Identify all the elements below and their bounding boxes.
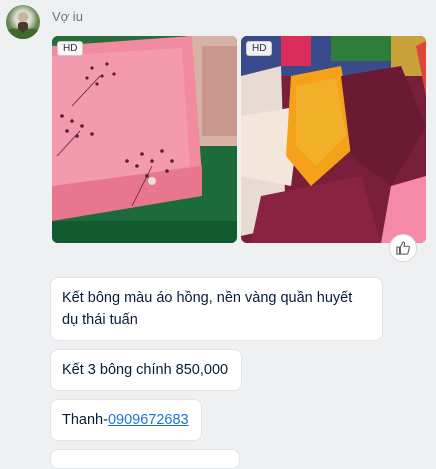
photo-pink-fabric[interactable]: HD [52, 36, 237, 243]
photo-orange-fabric[interactable]: HD [241, 36, 426, 243]
message-text: Kết bông màu áo hồng, nền vàng quần huyế… [62, 290, 353, 328]
message-bubble[interactable]: Thanh-0909672683 [50, 399, 202, 441]
fabric-photo-orange [241, 36, 426, 243]
message-bubble[interactable]: Kết bông màu áo hồng, nền vàng quần huyế… [50, 277, 383, 341]
sender-name: Vợ iu [52, 9, 83, 24]
message-bubble[interactable]: Kết 3 bông chính 850,000 [50, 349, 242, 391]
message-prefix: Thanh- [62, 412, 108, 428]
hd-badge: HD [246, 41, 273, 56]
like-button[interactable] [389, 234, 417, 262]
thumbs-up-icon [396, 241, 410, 255]
avatar[interactable] [6, 5, 40, 39]
hd-badge: HD [57, 41, 84, 56]
fabric-photo-pink [52, 36, 237, 243]
message-text: Kết 3 bông chính 850,000 [62, 362, 229, 378]
message-bubble-partial[interactable] [50, 449, 240, 469]
avatar-image [6, 12, 40, 39]
phone-link[interactable]: 0909672683 [108, 412, 189, 428]
